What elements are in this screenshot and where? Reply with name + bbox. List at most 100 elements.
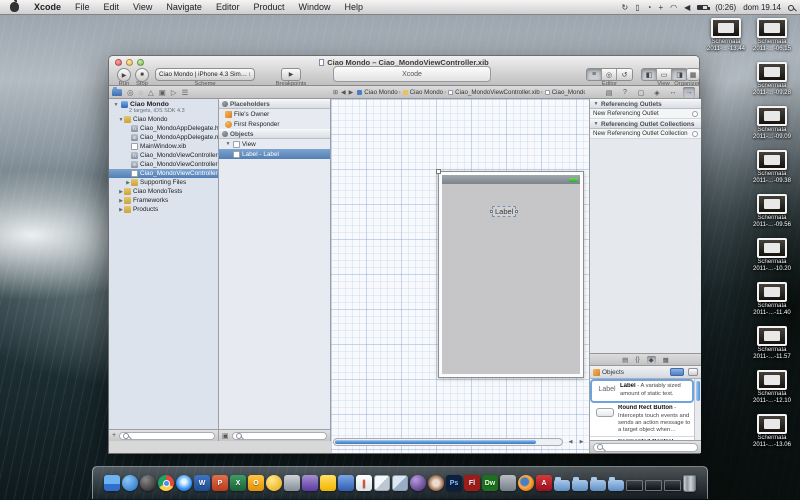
scrollbar-buttons[interactable]: ◀▶ [565,438,587,446]
dock-icon-folder-stack[interactable] [608,480,624,491]
desktop-icon[interactable]: Schermata2011-…-09.09 [748,106,796,150]
battery-time[interactable]: (0:26) [715,3,736,12]
dock-icon-photoshop[interactable]: Ps [446,475,462,491]
dock-icon-dreamweaver[interactable]: Dw [482,475,498,491]
horizontal-scrollbar[interactable] [333,438,563,446]
dock-icon-blue-app[interactable] [338,475,354,491]
breakpoints-button[interactable]: ▶ [281,68,301,81]
desktop-icon[interactable]: Schermata2011-…-09.38 [748,150,796,194]
inspector-section-header[interactable]: ▼Referencing Outlet Collections [590,119,701,129]
wifi-icon[interactable]: ◠ [670,3,677,12]
volume-icon[interactable]: ◀ [684,3,690,12]
dock-icon-safari[interactable] [176,475,192,491]
view-background[interactable]: Label [442,184,580,374]
dock-icon-min-window-2[interactable] [645,480,662,491]
menu-window[interactable]: Window [291,0,337,15]
desktop-icon[interactable]: Schermata2011-…-12.10 [748,370,796,414]
menu-editor[interactable]: Editor [209,0,247,15]
tree-item[interactable]: mCiao_MondoAppDelegate.m [109,133,218,142]
desktop-icon[interactable]: Schermata2011-…-13.06 [748,414,796,458]
files-owner-row[interactable]: File's Owner [219,109,330,119]
connection-circle[interactable] [692,111,698,117]
tree-item[interactable]: ▶Supporting Files [109,178,218,187]
project-navigator-icon[interactable] [112,89,122,96]
breadcrumb-item[interactable]: Ciao Mondo [356,89,397,96]
dock-icon-cube-blue[interactable] [392,475,408,491]
dock-icon-garageband[interactable] [428,475,444,491]
project-row[interactable]: ▼ Ciao Mondo 2 targets, iOS SDK 4.3 [109,99,218,115]
breakpoint-navigator-icon[interactable]: ▷ [171,88,177,97]
dock-icon-min-window-3[interactable] [664,480,681,491]
dock-icon-min-window-1[interactable] [626,480,643,491]
clock[interactable]: dom 19.14 [743,3,781,12]
quick-help-icon[interactable]: ? [619,87,631,98]
outline-toggle-icon[interactable]: ▣ [222,432,229,440]
desktop-icon[interactable]: Schermata2011-…-09.28 [748,62,796,106]
tree-item[interactable]: mCiao_MondoViewController.m [109,160,218,169]
search-navigator-icon[interactable]: ◌ [139,88,143,97]
library-stepper[interactable] [670,368,684,376]
tree-item[interactable]: MainWindow.xib [109,142,218,151]
scrollbar-thumb[interactable] [696,381,700,401]
disclosure-triangle[interactable]: ▼ [593,101,599,107]
identity-inspector-icon[interactable]: ▢ [635,87,647,98]
dock-icon-yellow-app[interactable] [266,475,282,491]
dock-icon-finder[interactable] [104,475,120,491]
interface-builder-canvas[interactable]: Label ◀▶ [331,99,589,453]
file-inspector-icon[interactable]: ▤ [603,87,615,98]
dock-icon-parallels[interactable]: ∥ [356,475,372,491]
dock-icon-trash[interactable] [683,475,696,492]
related-items-icon[interactable]: ⊞ [333,89,338,96]
log-navigator-icon[interactable]: ☰ [182,88,189,97]
scheme-popup[interactable]: Ciao Mondo | iPhone 4.3 Sim…↕ [155,68,255,81]
tree-item[interactable]: ▶Ciao MondoTests [109,187,218,196]
dock-icon-flash[interactable]: Fl [464,475,480,491]
breadcrumb-item[interactable]: Ciao Mondo [402,89,443,96]
tree-item[interactable]: Ciao_MondoViewController.xib [109,169,218,178]
menu-xcode[interactable]: Xcode [27,0,68,15]
dock-icon-powerpoint[interactable]: P [212,475,228,491]
ib-label-control[interactable]: Label [492,206,516,217]
run-button[interactable]: ▶ [117,68,131,82]
breadcrumb-item[interactable]: Ciao_MondoViewController.xib [447,89,540,96]
code-snippet-library-icon[interactable]: {} [635,356,639,363]
forward-icon[interactable]: ▶ [349,89,354,96]
spotlight-icon[interactable] [788,5,794,11]
tree-item[interactable]: ▶Products [109,205,218,214]
standard-editor-icon[interactable]: ≡ [587,69,602,80]
menu-navigate[interactable]: Navigate [159,0,209,15]
dock-icon-app-store[interactable] [122,475,138,491]
size-inspector-icon[interactable]: ↔ [667,87,679,98]
utilities-toggle-icon[interactable]: ◨ [672,69,687,80]
desktop-icon[interactable]: Schermata 2011-…-13.44 [702,18,750,62]
dock-icon-folder-downloads[interactable] [590,480,606,491]
resize-knob[interactable] [436,169,441,174]
selection-handle[interactable] [490,210,493,213]
library-header[interactable]: Objects [590,366,701,379]
library-search-field[interactable] [593,443,698,452]
object-library-icon[interactable]: ◆ [647,356,656,364]
dock-icon-cyberduck[interactable] [320,475,336,491]
desktop-icon[interactable]: Schermata2011-…-06.15 [748,18,796,62]
issue-navigator-icon[interactable]: △ [148,88,154,97]
library-item[interactable]: LabelLabel - A variably sized amount of … [590,379,694,403]
outline-filter-field[interactable] [232,432,327,440]
time-machine-icon[interactable]: ◔ [647,3,652,12]
objects-header[interactable]: Objects [219,129,330,139]
dock-icon-folder-apps[interactable] [554,480,570,491]
organizer-button[interactable]: ▦ [686,68,700,81]
tree-item[interactable]: hCiao_MondoAppDelegate.h [109,124,218,133]
dock-icon-firefox[interactable] [518,475,534,491]
dock-icon-chrome[interactable] [158,475,174,491]
apple-menu-icon[interactable] [10,2,19,12]
menu-product[interactable]: Product [246,0,291,15]
menu-view[interactable]: View [126,0,159,15]
assistant-editor-icon[interactable]: ◎ [602,69,617,80]
desktop-icon[interactable]: Schermata2011-…-11.40 [748,282,796,326]
library-view-toggle[interactable] [688,368,698,376]
sync-icon[interactable]: ↻ [622,3,629,12]
dock-icon-acrobat[interactable]: A [536,475,552,491]
connections-inspector-icon[interactable]: → [683,87,695,98]
view-row[interactable]: ▼ View [219,139,330,149]
dock-icon-cube-light[interactable] [374,475,390,491]
